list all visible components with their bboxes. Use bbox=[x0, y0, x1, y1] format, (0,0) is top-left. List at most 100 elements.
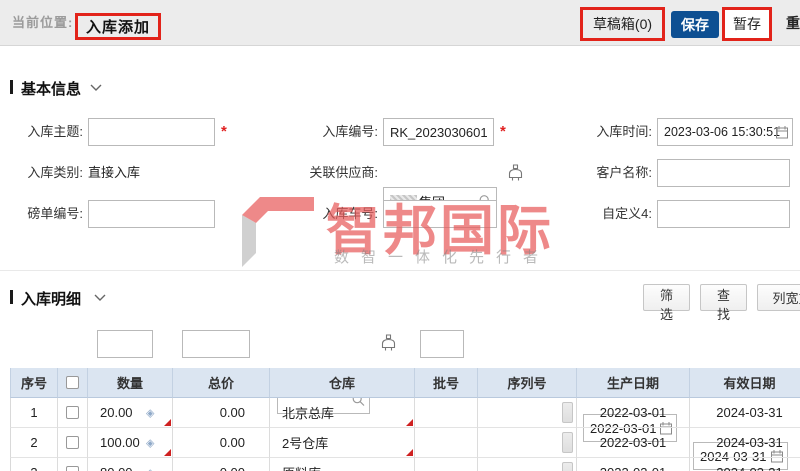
required-asterisk: * bbox=[500, 123, 506, 140]
section-divider bbox=[0, 270, 800, 271]
calendar-icon[interactable] bbox=[776, 126, 788, 139]
cell-total[interactable]: 0.00 bbox=[173, 428, 270, 458]
cell-warehouse[interactable]: 原料库 bbox=[270, 458, 415, 471]
cell-checkbox bbox=[58, 458, 88, 471]
cell-no: 3 bbox=[10, 458, 58, 471]
cell-valid-date[interactable]: 2024-03-31 bbox=[690, 398, 800, 428]
draft-box-highlight: 草稿箱(0) bbox=[580, 7, 665, 41]
custom4-input[interactable] bbox=[657, 200, 790, 228]
entry-time-label: 入库时间: bbox=[596, 124, 652, 139]
unit-convert-icon[interactable]: ◈ bbox=[146, 406, 154, 419]
find-button[interactable]: 查找 bbox=[700, 284, 747, 322]
category-label: 入库类别: bbox=[27, 165, 83, 180]
edited-corner-mark bbox=[406, 449, 413, 456]
cell-qty[interactable]: 80.00◈ bbox=[88, 458, 173, 471]
cell-warehouse[interactable]: 北京总库 bbox=[270, 398, 415, 428]
brand-tagline: 数智一体化先行者 bbox=[334, 249, 551, 266]
subject-input[interactable] bbox=[88, 118, 215, 146]
header-qty: 数量 bbox=[88, 368, 173, 398]
header-total: 总价 bbox=[173, 368, 270, 398]
header-valid-date: 有效日期 bbox=[690, 368, 800, 398]
subject-label: 入库主题: bbox=[27, 124, 83, 139]
page-title: 入库添加 bbox=[86, 19, 151, 36]
detail-table: 序号 数量 总价 仓库 批号 序列号 生产日期 有效日期 1 20.00 ◈ 0.… bbox=[10, 368, 800, 471]
filter-button[interactable]: 筛选 bbox=[643, 284, 690, 322]
table-row: 3 80.00◈ 0.00 原料库 2022-03-01 2024-03-31 bbox=[10, 458, 800, 471]
cell-total[interactable]: 0.00 bbox=[173, 398, 270, 428]
truck-no-input[interactable] bbox=[383, 200, 497, 228]
hold-button-highlight: 暂存 bbox=[722, 7, 772, 41]
edited-corner-mark bbox=[164, 419, 171, 426]
table-row: 1 20.00 ◈ 0.00 北京总库 2022-03-01 2024-03-31 bbox=[10, 398, 800, 428]
chevron-down-icon[interactable] bbox=[94, 294, 106, 302]
cell-prod-date[interactable]: 2022-03-01 bbox=[577, 398, 690, 428]
cell-valid-date[interactable]: 2024-03-31 bbox=[690, 458, 800, 471]
cell-total[interactable]: 0.00 bbox=[173, 458, 270, 471]
header-batch: 批号 bbox=[415, 368, 478, 398]
unit-convert-icon[interactable]: ◈ bbox=[146, 436, 154, 449]
select-all-checkbox[interactable] bbox=[66, 376, 79, 389]
row-checkbox[interactable] bbox=[66, 406, 79, 419]
category-value: 直接入库 bbox=[88, 165, 141, 180]
chevron-down-icon[interactable] bbox=[90, 84, 102, 92]
cell-checkbox bbox=[58, 428, 88, 458]
cell-batch[interactable] bbox=[415, 458, 478, 471]
row-checkbox[interactable] bbox=[66, 436, 79, 449]
weigh-no-input[interactable] bbox=[88, 200, 215, 228]
supplier-label: 关联供应商: bbox=[309, 165, 378, 180]
header-checkbox-cell bbox=[58, 368, 88, 398]
total-filter-input[interactable] bbox=[182, 330, 250, 358]
entry-no-label: 入库编号: bbox=[322, 124, 378, 139]
header-warehouse: 仓库 bbox=[270, 368, 415, 398]
edited-corner-mark bbox=[406, 419, 413, 426]
cell-no: 2 bbox=[10, 428, 58, 458]
cell-batch[interactable] bbox=[415, 398, 478, 428]
weigh-no-label: 磅单编号: bbox=[27, 206, 83, 221]
cell-serial[interactable] bbox=[478, 398, 577, 428]
customer-input[interactable] bbox=[657, 159, 790, 187]
custom4-label: 自定义4: bbox=[602, 206, 652, 221]
customer-label: 客户名称: bbox=[596, 165, 652, 180]
unit-convert-icon[interactable]: ◈ bbox=[146, 466, 154, 471]
breadcrumb-highlight: 入库添加 bbox=[75, 13, 162, 40]
table-row: 2 100.00 ◈ 0.00 2号仓库 2022-03-01 2024-03-3… bbox=[10, 428, 800, 458]
truck-no-label: 入库车号: bbox=[322, 206, 378, 221]
header-serial: 序列号 bbox=[478, 368, 577, 398]
column-width-reset-button[interactable]: 列宽重 bbox=[757, 284, 800, 311]
cell-warehouse[interactable]: 2号仓库 bbox=[270, 428, 415, 458]
hold-button[interactable]: 暂存 bbox=[725, 10, 769, 38]
cell-prod-date[interactable]: 2022-03-01 bbox=[577, 428, 690, 458]
cell-serial[interactable] bbox=[478, 458, 577, 471]
cell-prod-date[interactable]: 2022-03-01 bbox=[577, 458, 690, 471]
cell-batch[interactable] bbox=[415, 428, 478, 458]
cell-qty[interactable]: 20.00 ◈ bbox=[88, 398, 173, 428]
reset-button[interactable]: 重 bbox=[786, 0, 800, 46]
cell-valid-date[interactable]: 2024-03-31 bbox=[690, 428, 800, 458]
cell-no: 1 bbox=[10, 398, 58, 428]
detail-title: 入库明细 bbox=[21, 291, 82, 308]
qty-filter-input[interactable] bbox=[97, 330, 153, 358]
cell-qty[interactable]: 100.00 ◈ bbox=[88, 428, 173, 458]
cell-checkbox bbox=[58, 398, 88, 428]
breadcrumb-label: 当前位置: bbox=[12, 15, 74, 30]
basic-info-title: 基本信息 bbox=[21, 81, 82, 98]
edited-corner-mark bbox=[164, 449, 171, 456]
entry-no-input[interactable] bbox=[383, 118, 494, 146]
screen: 当前位置: 入库添加 草稿箱(0) 保存 暂存 重 基本信息 入库主题: * 入… bbox=[0, 0, 800, 471]
section-marker bbox=[10, 290, 13, 304]
cell-serial[interactable] bbox=[478, 428, 577, 458]
batch-filter-input[interactable] bbox=[420, 330, 464, 358]
entry-time-input[interactable]: 2023-03-06 15:30:51 bbox=[657, 118, 793, 146]
draftbox-button[interactable]: 草稿箱(0) bbox=[593, 14, 652, 34]
section-marker bbox=[10, 80, 13, 94]
row-checkbox[interactable] bbox=[66, 466, 79, 471]
top-bar: 当前位置: 入库添加 草稿箱(0) 保存 暂存 重 bbox=[0, 0, 800, 46]
header-no: 序号 bbox=[10, 368, 58, 398]
table-header-row: 序号 数量 总价 仓库 批号 序列号 生产日期 有效日期 bbox=[10, 368, 800, 398]
serial-expand-button[interactable] bbox=[562, 432, 573, 453]
clear-brush-icon[interactable] bbox=[380, 334, 397, 352]
header-prod-date: 生产日期 bbox=[577, 368, 690, 398]
save-button[interactable]: 保存 bbox=[671, 11, 719, 38]
serial-expand-button[interactable] bbox=[562, 462, 573, 471]
serial-expand-button[interactable] bbox=[562, 402, 573, 423]
